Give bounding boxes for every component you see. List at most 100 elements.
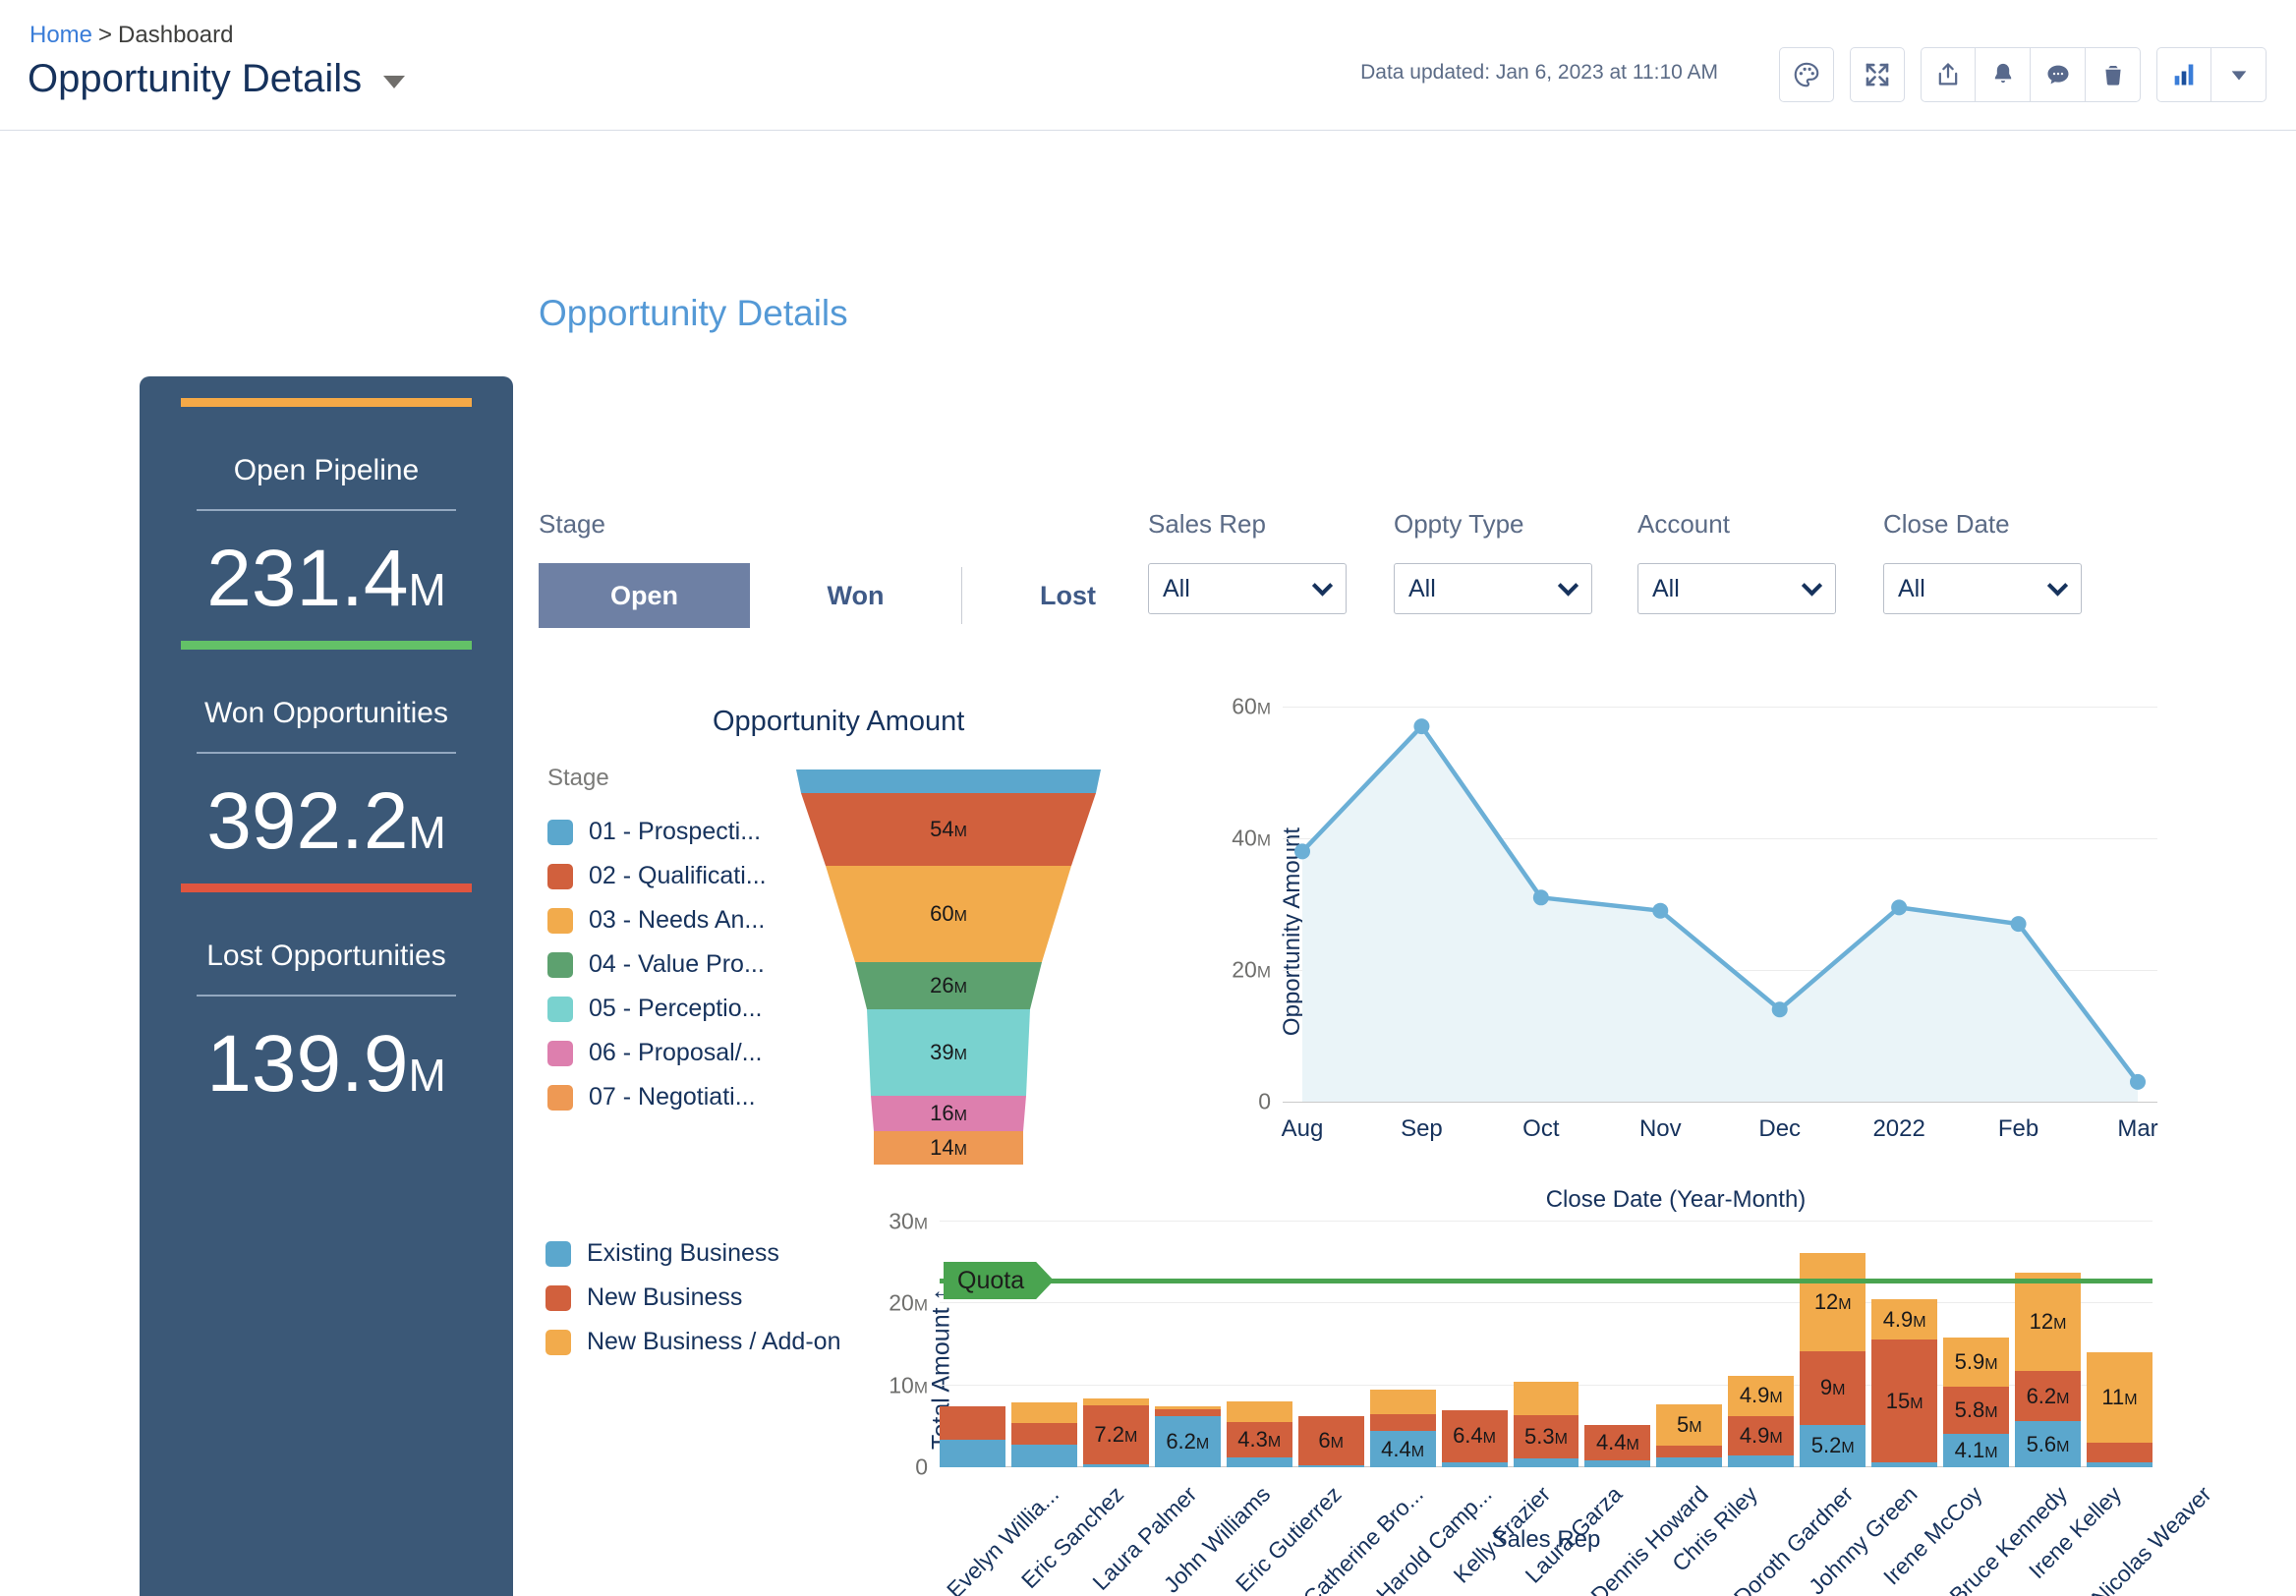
bar-segment[interactable] — [1083, 1398, 1149, 1405]
bar-segment[interactable]: 5.3M — [1514, 1415, 1579, 1458]
bar-segment[interactable]: 5.6M — [2015, 1421, 2081, 1467]
bar-column[interactable]: 12M 6.2M 5.6M — [2015, 1222, 2081, 1467]
bar-segment[interactable] — [1011, 1423, 1077, 1445]
bar-column[interactable]: 4.9M 4.9M — [1728, 1222, 1794, 1467]
bar-segment[interactable]: 4.9M — [1728, 1376, 1794, 1416]
bar-segment[interactable] — [1442, 1462, 1508, 1467]
bar-segment[interactable]: 12M — [1800, 1253, 1866, 1351]
stage-option-won[interactable]: Won — [750, 563, 961, 628]
bar-segment[interactable]: 6M — [1298, 1416, 1364, 1465]
chat-icon-button[interactable] — [2031, 47, 2086, 102]
chart-icon-button[interactable] — [2156, 47, 2211, 102]
bar-segment[interactable]: 4.4M — [1584, 1425, 1650, 1461]
bar-segment[interactable] — [1011, 1445, 1077, 1467]
bar-column[interactable] — [1011, 1222, 1077, 1467]
funnel-segment[interactable]: 54M — [796, 793, 1101, 866]
bar-segment[interactable] — [1514, 1382, 1579, 1414]
bar-segment[interactable]: 4.3M — [1227, 1422, 1292, 1457]
bar-segment[interactable] — [1227, 1457, 1292, 1467]
filter-dropdown[interactable]: All — [1148, 563, 1347, 614]
palette-icon-button[interactable] — [1779, 47, 1834, 102]
funnel-segment[interactable]: 39M — [796, 1009, 1101, 1096]
bar-segment[interactable]: 4.4M — [1370, 1431, 1436, 1467]
filter-dropdown[interactable]: All — [1883, 563, 2082, 614]
bar-segment[interactable]: 6.4M — [1442, 1410, 1508, 1462]
bar-segment[interactable]: 12M — [2015, 1273, 2081, 1371]
bar-column[interactable]: 6.4M — [1442, 1222, 1508, 1467]
legend-item[interactable]: New Business — [545, 1276, 840, 1320]
stage-option-lost[interactable]: Lost — [962, 563, 1174, 628]
bar-segment[interactable]: 6.2M — [2015, 1371, 2081, 1422]
filter-dropdown[interactable]: All — [1394, 563, 1592, 614]
funnel-segment[interactable]: 60M — [796, 866, 1101, 962]
bar-segment[interactable] — [1083, 1464, 1149, 1467]
bar-column[interactable]: 4.4M — [1584, 1222, 1650, 1467]
bar-segment[interactable] — [1514, 1458, 1579, 1467]
bar-segment[interactable] — [1656, 1457, 1722, 1467]
bar-segment[interactable] — [1011, 1402, 1077, 1423]
bar-column[interactable] — [940, 1222, 1005, 1467]
stage-option-open[interactable]: Open — [539, 563, 750, 628]
legend-item[interactable]: 01 - Prospecti... — [547, 810, 767, 854]
bar-segment[interactable]: 11M — [2087, 1352, 2152, 1443]
bar-column[interactable]: 7.2M — [1083, 1222, 1149, 1467]
filter-dropdown[interactable]: All — [1637, 563, 1836, 614]
bar-segment[interactable] — [1584, 1460, 1650, 1467]
funnel-segment[interactable]: 16M — [796, 1096, 1101, 1131]
bar-column[interactable]: 4.9M 15M — [1871, 1222, 1937, 1467]
legend-item[interactable]: New Business / Add-on — [545, 1320, 840, 1364]
bar-segment[interactable]: 4.9M — [1871, 1299, 1937, 1340]
bar-segment[interactable]: 4.9M — [1728, 1416, 1794, 1456]
kpi-card[interactable]: Lost Opportunities 139.9M — [181, 884, 472, 1105]
legend-item[interactable]: 06 - Proposal/... — [547, 1031, 767, 1075]
legend-item[interactable]: 07 - Negotiati... — [547, 1075, 767, 1119]
bar-segment[interactable] — [2087, 1443, 2152, 1462]
bar-segment[interactable]: 4.1M — [1943, 1434, 2009, 1467]
bar-segment[interactable] — [940, 1440, 1005, 1467]
legend-item[interactable]: 05 - Perceptio... — [547, 987, 767, 1031]
legend-item[interactable]: 02 - Qualificati... — [547, 854, 767, 898]
breadcrumb-home-link[interactable]: Home — [29, 22, 92, 48]
bar-segment[interactable]: 5.2M — [1800, 1425, 1866, 1467]
legend-item[interactable]: 03 - Needs An... — [547, 898, 767, 942]
legend-item[interactable]: Existing Business — [545, 1231, 840, 1276]
bar-column[interactable]: 5M — [1656, 1222, 1722, 1467]
bar-segment[interactable]: 15M — [1871, 1340, 1937, 1462]
bar-segment[interactable]: 7.2M — [1083, 1405, 1149, 1464]
expand-icon-button[interactable] — [1850, 47, 1905, 102]
bar-column[interactable]: 4.4M — [1370, 1222, 1436, 1467]
trash-icon-button[interactable] — [2086, 47, 2141, 102]
bar-segment[interactable] — [1871, 1462, 1937, 1467]
bar-segment[interactable] — [1370, 1414, 1436, 1432]
bar-segment[interactable] — [1728, 1455, 1794, 1467]
kpi-card[interactable]: Won Opportunities 392.2M — [181, 641, 472, 862]
bar-segment[interactable] — [1227, 1401, 1292, 1423]
bar-segment[interactable] — [940, 1406, 1005, 1439]
bar-column[interactable]: 6M — [1298, 1222, 1364, 1467]
bar-segment[interactable]: 5.9M — [1943, 1338, 2009, 1386]
bar-segment[interactable] — [1656, 1446, 1722, 1458]
share-icon-button[interactable] — [1921, 47, 1976, 102]
page-title-chevron-down-icon[interactable] — [383, 76, 405, 88]
funnel-segment[interactable]: 26M — [796, 962, 1101, 1009]
chevron-down-icon-button[interactable] — [2211, 47, 2267, 102]
legend-item[interactable]: 04 - Value Pro... — [547, 942, 767, 987]
bar-column[interactable]: 6.2M — [1155, 1222, 1221, 1467]
kpi-card[interactable]: Open Pipeline 231.4M — [181, 398, 472, 619]
bar-segment[interactable] — [2087, 1462, 2152, 1467]
bar-segment[interactable] — [1155, 1409, 1221, 1417]
bar-column[interactable]: 11M — [2087, 1222, 2152, 1467]
bar-segment[interactable] — [1298, 1465, 1364, 1468]
bar-column[interactable]: 5.9M 5.8M 4.1M — [1943, 1222, 2009, 1467]
funnel-segment[interactable]: 14M — [796, 1131, 1101, 1165]
funnel-segment[interactable] — [796, 770, 1101, 793]
bar-segment[interactable] — [1370, 1390, 1436, 1414]
bar-column[interactable]: 5.3M — [1514, 1222, 1579, 1467]
bar-segment[interactable]: 5.8M — [1943, 1387, 2009, 1434]
bar-column[interactable]: 4.3M — [1227, 1222, 1292, 1467]
bell-icon-button[interactable] — [1976, 47, 2031, 102]
bar-segment[interactable]: 5M — [1656, 1404, 1722, 1446]
bar-segment[interactable]: 6.2M — [1155, 1416, 1221, 1467]
bar-column[interactable]: 12M 9M 5.2M — [1800, 1222, 1866, 1467]
bar-segment[interactable]: 9M — [1800, 1351, 1866, 1425]
